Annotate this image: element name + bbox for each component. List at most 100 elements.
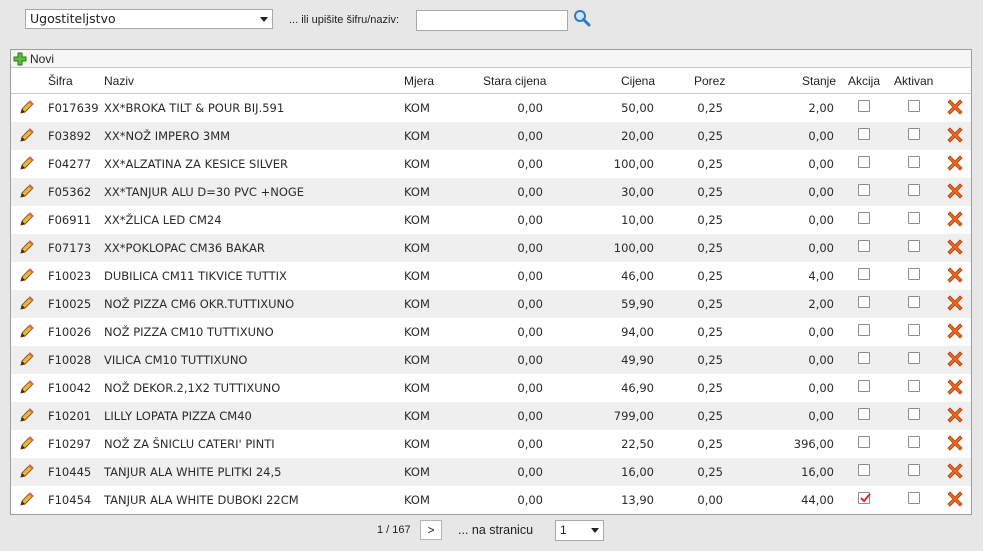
aktivan-checkbox[interactable] [908,324,920,336]
cell-mjera: KOM [404,297,430,311]
table-row[interactable]: F07173 XX*POKLOPAC CM36 BAKAR KOM 0,00 100,0… [11,234,971,262]
aktivan-checkbox[interactable] [908,380,920,392]
red-x-delete-icon[interactable] [947,323,963,339]
aktivan-checkbox[interactable] [908,268,920,280]
aktivan-checkbox[interactable] [908,464,920,476]
akcija-checkbox[interactable] [858,212,870,224]
table-row[interactable]: F10023 DUBILICA CM11 TIKVICE TUTTIX KOM 0,0… [11,262,971,290]
akcija-checkbox[interactable] [858,268,870,280]
pencil-edit-icon[interactable] [19,295,35,311]
col-header-akcija[interactable]: Akcija [848,74,880,88]
pencil-edit-icon[interactable] [19,379,35,395]
cell-stanje: 0,00 [808,409,834,423]
col-header-stara-cijena[interactable]: Stara cijena [483,74,546,88]
table-row[interactable]: F04277 XX*ALZATINA ZA KESICE SILVER KOM 0,0… [11,150,971,178]
pencil-edit-icon[interactable] [19,239,35,255]
pencil-edit-icon[interactable] [19,351,35,367]
table-row[interactable]: F017639 XX*BROKA TILT & POUR BIJ.591 KOM 0,… [11,94,971,122]
red-x-delete-icon[interactable] [947,211,963,227]
red-x-delete-icon[interactable] [947,407,963,423]
col-header-mjera[interactable]: Mjera [404,74,434,88]
cell-stanje: 0,00 [808,157,834,171]
cell-stara-cijena: 0,00 [517,409,543,423]
col-header-porez[interactable]: Porez [694,74,725,88]
akcija-checkbox[interactable] [858,464,870,476]
red-x-delete-icon[interactable] [947,183,963,199]
cell-naziv: NOŽ PIZZA CM6 OKR.TUTTIXUNO [104,297,295,311]
pencil-edit-icon[interactable] [19,127,35,143]
aktivan-checkbox[interactable] [908,492,920,504]
col-header-naziv[interactable]: Naziv [104,74,134,88]
aktivan-checkbox[interactable] [908,352,920,364]
pencil-edit-icon[interactable] [19,99,35,115]
red-x-delete-icon[interactable] [947,491,963,507]
aktivan-checkbox[interactable] [908,408,920,420]
pencil-edit-icon[interactable] [19,211,35,227]
table-row[interactable]: F10025 NOŽ PIZZA CM6 OKR.TUTTIXUNO KOM 0,00… [11,290,971,318]
akcija-checkbox[interactable] [858,352,870,364]
pencil-edit-icon[interactable] [19,183,35,199]
red-x-delete-icon[interactable] [947,155,963,171]
akcija-checkbox[interactable] [858,184,870,196]
red-x-delete-icon[interactable] [947,127,963,143]
table-row[interactable]: F10042 NOŽ DEKOR.2,1X2 TUTTIXUNO KOM 0,00 46… [11,374,971,402]
akcija-checkbox[interactable] [858,324,870,336]
cell-porez: 0,25 [697,381,723,395]
table-row[interactable]: F10026 NOŽ PIZZA CM10 TUTTIXUNO KOM 0,00 94,… [11,318,971,346]
col-header-stanje[interactable]: Stanje [802,74,836,88]
pencil-edit-icon[interactable] [19,267,35,283]
akcija-checkbox[interactable] [858,408,870,420]
aktivan-checkbox[interactable] [908,296,920,308]
pencil-edit-icon[interactable] [19,491,35,507]
category-select[interactable]: Ugostiteljstvo [25,9,273,29]
red-x-delete-icon[interactable] [947,351,963,367]
red-x-delete-icon[interactable] [947,435,963,451]
red-x-delete-icon[interactable] [947,239,963,255]
akcija-checkbox[interactable] [858,128,870,140]
col-header-sifra[interactable]: Šifra [48,74,73,88]
col-header-aktivan[interactable]: Aktivan [894,74,933,88]
pencil-edit-icon[interactable] [19,323,35,339]
next-page-button[interactable]: > [420,520,442,540]
cell-naziv: XX*NOŽ IMPERO 3MM [104,129,231,143]
pencil-edit-icon[interactable] [19,407,35,423]
akcija-checkbox[interactable] [858,296,870,308]
akcija-checkbox[interactable] [858,240,870,252]
red-x-delete-icon[interactable] [947,99,963,115]
akcija-checkbox[interactable] [858,156,870,168]
akcija-checkbox[interactable] [858,436,870,448]
new-button[interactable]: Novi [13,51,54,66]
col-header-cijena[interactable]: Cijena [621,74,655,88]
red-x-delete-icon[interactable] [947,267,963,283]
cell-cijena: 20,00 [621,129,654,143]
aktivan-checkbox[interactable] [908,212,920,224]
akcija-checkbox[interactable] [858,492,871,504]
search-input[interactable] [416,10,568,31]
table-row[interactable]: F10201 LILLY LOPATA PIZZA CM40 KOM 0,00 799,… [11,402,971,430]
akcija-checkbox[interactable] [858,380,870,392]
red-x-delete-icon[interactable] [947,463,963,479]
cell-naziv: XX*TANJUR ALU D=30 PVC +NOGE [104,185,305,199]
akcija-checkbox[interactable] [858,100,870,112]
pencil-edit-icon[interactable] [19,155,35,171]
aktivan-checkbox[interactable] [908,156,920,168]
aktivan-checkbox[interactable] [908,240,920,252]
table-row[interactable]: F05362 XX*TANJUR ALU D=30 PVC +NOGE KOM 0,0… [11,178,971,206]
table-row[interactable]: F10445 TANJUR ALA WHITE PLITKI 24,5 KOM 0,0… [11,458,971,486]
table-row[interactable]: F10454 TANJUR ALA WHITE DUBOKI 22CM KOM 0,0… [11,486,971,514]
pencil-edit-icon[interactable] [19,435,35,451]
aktivan-checkbox[interactable] [908,100,920,112]
red-x-delete-icon[interactable] [947,295,963,311]
aktivan-checkbox[interactable] [908,436,920,448]
red-x-delete-icon[interactable] [947,379,963,395]
per-page-select[interactable]: 1 [555,520,604,541]
search-icon[interactable] [573,9,591,27]
aktivan-checkbox[interactable] [908,184,920,196]
aktivan-checkbox[interactable] [908,128,920,140]
table-row[interactable]: F03892 XX*NOŽ IMPERO 3MM KOM 0,00 20,00 0,25 0… [11,122,971,150]
table-row[interactable]: F10297 NOŽ ZA ŠNICLU CATERI' PINTI KOM 0,00… [11,430,971,458]
table-row[interactable]: F10028 VILICA CM10 TUTTIXUNO KOM 0,00 49,90 0… [11,346,971,374]
table-row[interactable]: F06911 XX*ŽLICA LED CM24 KOM 0,00 10,00 0,25 0… [11,206,971,234]
cell-sifra: F10026 [48,325,92,339]
pencil-edit-icon[interactable] [19,463,35,479]
